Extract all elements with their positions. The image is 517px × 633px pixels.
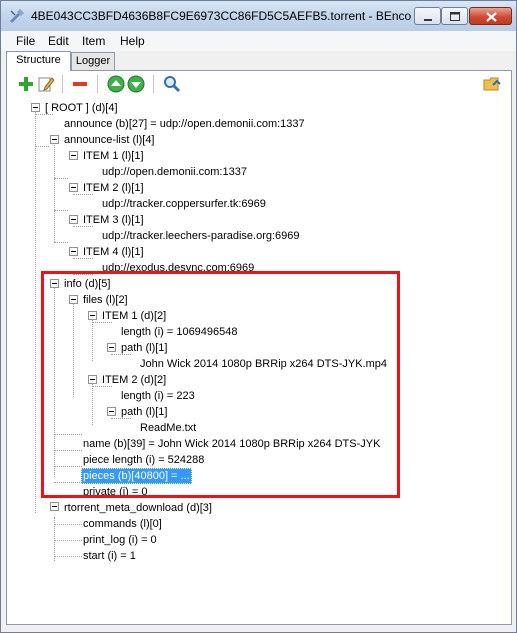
tree-node-root[interactable]: [ ROOT ] (d)[4] (45, 101, 118, 115)
search-icon[interactable] (163, 75, 181, 93)
tree-line (54, 540, 82, 541)
tree-node-tracker-3[interactable]: udp://tracker.leechers-paradise.org:6969 (102, 229, 300, 243)
tree-node-path-2[interactable]: path (l)[1] (121, 405, 167, 419)
close-button[interactable] (469, 7, 512, 25)
tab-structure[interactable]: Structure (6, 51, 71, 71)
tree-line (73, 274, 93, 275)
tree-node-announce[interactable]: announce (b)[27] = udp://open.demonii.co… (64, 117, 305, 131)
tree-line (35, 146, 49, 147)
maximize-button[interactable] (441, 7, 468, 25)
tree-node-private[interactable]: private (i) = 0 (83, 485, 148, 499)
menu-help[interactable]: Help (120, 34, 145, 48)
tree-line (54, 450, 82, 451)
tree-line (54, 466, 82, 467)
structure-tree: [ ROOT ] (d)[4] announce (b)[27] = udp:/… (7, 97, 511, 624)
tree-node-length-2[interactable]: length (i) = 223 (121, 389, 195, 403)
tree-node-tracker-1[interactable]: udp://open.demonii.com:1337 (102, 165, 247, 179)
tree-node-rtorrent-meta-download[interactable]: rtorrent_meta_download (d)[3] (64, 501, 212, 515)
tree-line (92, 381, 93, 425)
toolbar (7, 71, 511, 97)
collapse-toggle-root[interactable] (31, 103, 40, 112)
collapse-toggle-files-item-2[interactable] (88, 375, 97, 384)
minimize-icon (424, 19, 432, 21)
collapse-toggle-files[interactable] (69, 295, 78, 304)
maximize-icon (450, 12, 460, 21)
minimize-button[interactable] (414, 7, 441, 25)
tree-node-filename-1[interactable]: John Wick 2014 1080p BRRip x264 DTS-JYK.… (140, 357, 387, 371)
plus-icon[interactable] (17, 75, 35, 93)
toolbar-separator (62, 75, 63, 93)
collapse-toggle-item-3[interactable] (69, 215, 78, 224)
close-icon (486, 12, 497, 22)
tree-line (92, 317, 93, 361)
tree-line (54, 178, 68, 179)
menu-item[interactable]: Item (82, 34, 105, 48)
menu-bar: File Edit Item Help (1, 31, 516, 51)
tree-line (54, 524, 82, 525)
tree-node-item-2[interactable]: ITEM 2 (l)[1] (83, 181, 144, 195)
tree-line (54, 556, 82, 557)
collapse-toggle-files-item-1[interactable] (88, 311, 97, 320)
tree-node-start[interactable]: start (i) = 1 (83, 549, 136, 563)
title-bar[interactable]: 4BE043CC3BFD4636B8FC9E6973CC86FD5C5AEFB5… (1, 1, 516, 31)
tree-node-files-item-1[interactable]: ITEM 1 (d)[2] (102, 309, 166, 323)
toolbar-separator (153, 75, 154, 93)
tree-node-length-1[interactable]: length (i) = 1069496548 (121, 325, 238, 339)
tree-node-files[interactable]: files (l)[2] (83, 293, 128, 307)
tree-node-tracker-4[interactable]: udp://exodus.desync.com:6969 (102, 261, 254, 275)
collapse-toggle-path-1[interactable] (107, 343, 116, 352)
tree-node-item-4[interactable]: ITEM 4 (l)[1] (83, 245, 144, 259)
toolbar-separator (97, 75, 98, 93)
window-title: 4BE043CC3BFD4636B8FC9E6973CC86FD5C5AEFB5… (31, 9, 411, 23)
tree-line (54, 434, 82, 435)
tree-node-announce-list[interactable]: announce-list (l)[4] (64, 133, 155, 147)
tree-node-filename-2[interactable]: ReadMe.txt (140, 421, 196, 435)
structure-panel: [ ROOT ] (d)[4] announce (b)[27] = udp:/… (6, 70, 512, 625)
tree-node-commands[interactable]: commands (l)[0] (83, 517, 162, 531)
tree-node-path-1[interactable]: path (l)[1] (121, 341, 167, 355)
tab-logger[interactable]: Logger (71, 52, 115, 70)
tree-node-item-3[interactable]: ITEM 3 (l)[1] (83, 213, 144, 227)
menu-file[interactable]: File (16, 34, 35, 48)
tree-line (54, 210, 68, 211)
tree-line (54, 482, 82, 483)
folder-icon[interactable] (483, 75, 501, 93)
tree-node-name[interactable]: name (b)[39] = John Wick 2014 1080p BRRi… (83, 437, 380, 451)
tab-strip: Structure Logger (1, 51, 516, 71)
minus-icon[interactable] (71, 75, 89, 93)
collapse-toggle-path-2[interactable] (107, 407, 116, 416)
app-window: 4BE043CC3BFD4636B8FC9E6973CC86FD5C5AEFB5… (0, 0, 517, 633)
tree-line (54, 140, 55, 242)
edit-icon[interactable] (37, 75, 55, 93)
tree-line (54, 285, 55, 477)
collapse-toggle-announce-list[interactable] (50, 135, 59, 144)
tree-node-print-log[interactable]: print_log (i) = 0 (83, 533, 157, 547)
tree-node-item-1[interactable]: ITEM 1 (l)[1] (83, 149, 144, 163)
collapse-toggle-item-2[interactable] (69, 183, 78, 192)
tree-line (35, 107, 36, 513)
tree-node-pieces[interactable]: pieces (b)[40800] = ... (81, 468, 192, 484)
tree-node-files-item-2[interactable]: ITEM 2 (d)[2] (102, 373, 166, 387)
tree-node-info[interactable]: info (d)[5] (64, 277, 110, 291)
tree-line (54, 242, 68, 243)
collapse-toggle-item-4[interactable] (69, 247, 78, 256)
tree-node-piece-length[interactable]: piece length (i) = 524288 (83, 453, 204, 467)
arrow-up-icon[interactable] (107, 75, 125, 93)
tree-line (73, 301, 74, 397)
arrow-down-icon[interactable] (127, 75, 145, 93)
collapse-toggle-info[interactable] (50, 279, 59, 288)
bencode-app-icon (10, 9, 24, 23)
tree-node-tracker-2[interactable]: udp://tracker.coppersurfer.tk:6969 (102, 197, 266, 211)
collapse-toggle-item-1[interactable] (69, 151, 78, 160)
collapse-toggle-rtorrent[interactable] (50, 502, 59, 511)
menu-edit[interactable]: Edit (48, 34, 69, 48)
